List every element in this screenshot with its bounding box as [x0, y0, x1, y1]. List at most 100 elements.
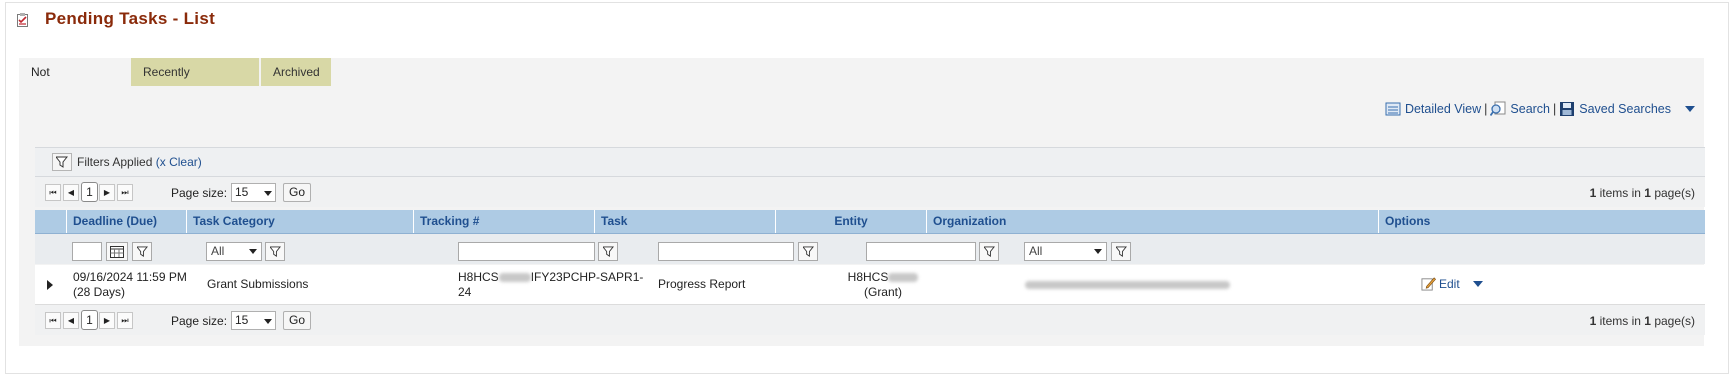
task-filter-button[interactable] [798, 242, 818, 261]
page-title: Pending Tasks - List [45, 9, 216, 28]
items-label: items in [1599, 314, 1641, 328]
search-label: Search [1510, 102, 1551, 116]
first-page-button[interactable]: ⏮ [45, 184, 61, 201]
chevron-down-icon [249, 249, 257, 254]
pages-label: page(s) [1654, 186, 1695, 200]
next-page-button[interactable]: ▶ [99, 312, 115, 329]
prev-page-button[interactable]: ◀ [63, 312, 79, 329]
first-page-button[interactable]: ⏮ [45, 312, 61, 329]
toolbar-separator: | [1484, 102, 1488, 116]
organization-filter-select[interactable]: All [1024, 242, 1107, 261]
deadline-filter-button[interactable] [132, 242, 152, 261]
tracking-line2: 24 [458, 285, 472, 299]
deadline-cell: 09/16/2024 11:59 PM (28 Days) [73, 270, 187, 300]
col-tracking[interactable]: Tracking # [413, 210, 594, 233]
saved-searches-link[interactable]: Saved Searches [1559, 101, 1671, 117]
page-count: 1 [1644, 186, 1651, 200]
filter-icon [1116, 246, 1127, 257]
filters-applied-label: Filters Applied [77, 155, 153, 169]
task-list-icon [17, 13, 28, 27]
entity-filter-button[interactable] [979, 242, 999, 261]
page-size-value: 15 [235, 185, 249, 199]
tracking-prefix: H8HCS [458, 270, 499, 284]
items-info: 1 items in 1 page(s) [1590, 186, 1695, 200]
search-icon [1490, 101, 1506, 117]
prev-page-button[interactable]: ◀ [63, 184, 79, 201]
deadline-date: 09/16/2024 11:59 PM [73, 270, 187, 284]
view-toolbar: Detailed View | Search | Saved Searches [1385, 100, 1695, 118]
pager-bottom: ⏮ ◀ 1 ▶ ⏭ Page size: 15 Go 1 items in 1 … [35, 305, 1705, 335]
tracking-cell[interactable]: H8HCS IFY23PCHP-SAPR1- 24 [458, 270, 643, 300]
detailed-view-label: Detailed View [1404, 102, 1482, 116]
expand-row-icon[interactable] [47, 280, 53, 290]
calendar-button[interactable] [106, 242, 128, 261]
clear-filters-label: Clear) [169, 155, 202, 169]
filter-icon [984, 246, 995, 257]
last-page-button[interactable]: ⏭ [117, 312, 133, 329]
task-category-filter-button[interactable] [265, 242, 285, 261]
col-organization[interactable]: Organization [926, 210, 1378, 233]
detailed-view-icon [1385, 102, 1401, 116]
grid-header: Deadline (Due) Task Category Tracking # … [35, 210, 1705, 234]
entity-prefix: H8HCS [847, 270, 889, 284]
page-size-select[interactable]: 15 [231, 311, 276, 330]
entity-filter-input[interactable] [866, 242, 976, 261]
task-category-cell: Grant Submissions [207, 277, 309, 291]
deadline-filter-input[interactable] [72, 242, 102, 261]
filter-icon [803, 246, 814, 257]
col-entity[interactable]: Entity [775, 210, 926, 233]
go-button[interactable]: Go [283, 311, 311, 330]
next-page-button[interactable]: ▶ [99, 184, 115, 201]
pager-top: ⏮ ◀ 1 ▶ ⏭ Page size: 15 Go 1 items in 1 … [35, 177, 1705, 207]
page-size-select[interactable]: 15 [231, 183, 276, 202]
clear-filters-prefix: (x [155, 155, 166, 169]
redacted-block [498, 273, 531, 283]
chevron-down-icon[interactable] [1472, 280, 1483, 287]
filters-applied-text: Filters Applied (x Clear) [77, 155, 202, 169]
tab-recently-completed[interactable]: Recently Completed [131, 58, 259, 107]
task-filter-input[interactable] [658, 242, 794, 261]
col-task[interactable]: Task [594, 210, 775, 233]
page-size-label: Page size: [171, 314, 228, 328]
tab-bar: Not Completed Recently Completed Archive… [19, 58, 1704, 107]
category-select-value: All [211, 244, 225, 258]
chevron-down-icon [1094, 249, 1102, 254]
tracking-filter-button[interactable] [598, 242, 618, 261]
col-task-category[interactable]: Task Category [186, 210, 413, 233]
toolbar-separator: | [1553, 102, 1557, 116]
chevron-down-icon[interactable] [1685, 106, 1695, 112]
task-category-filter-select[interactable]: All [206, 242, 262, 261]
entity-type: (Grant) [863, 285, 902, 299]
edit-label: Edit [1439, 276, 1460, 291]
filter-icon [270, 246, 281, 257]
page-size-value: 15 [235, 313, 249, 327]
go-button[interactable]: Go [283, 183, 311, 202]
filter-icon [56, 156, 68, 168]
search-link[interactable]: Search [1490, 101, 1550, 117]
filter-toggle-button[interactable] [52, 153, 72, 171]
pages-label: page(s) [1654, 314, 1695, 328]
last-page-button[interactable]: ⏭ [117, 184, 133, 201]
entity-cell[interactable]: H8HCS (Grant) [835, 270, 931, 300]
detailed-view-link[interactable]: Detailed View [1385, 101, 1481, 117]
page-number[interactable]: 1 [81, 182, 98, 202]
filter-row: All All [35, 234, 1705, 264]
col-deadline[interactable]: Deadline (Due) [66, 210, 186, 233]
filter-icon [137, 246, 148, 257]
chevron-down-icon [264, 319, 272, 324]
redacted-block [1025, 280, 1230, 289]
items-count: 1 [1589, 314, 1597, 328]
organization-select-value: All [1029, 244, 1043, 258]
calendar-icon [110, 246, 124, 258]
organization-cell [1025, 277, 1230, 291]
tab-archived[interactable]: Archived [261, 58, 331, 86]
page-number[interactable]: 1 [81, 310, 98, 330]
tracking-filter-input[interactable] [458, 242, 595, 261]
edit-action[interactable]: Edit [1421, 276, 1483, 291]
organization-filter-button[interactable] [1111, 242, 1131, 261]
col-options: Options [1378, 210, 1705, 233]
clear-filters-link[interactable]: (x Clear) [156, 155, 202, 169]
save-disk-icon [1560, 102, 1575, 116]
tab-not-completed[interactable]: Not Completed [19, 58, 119, 107]
page-size-label: Page size: [171, 186, 228, 200]
